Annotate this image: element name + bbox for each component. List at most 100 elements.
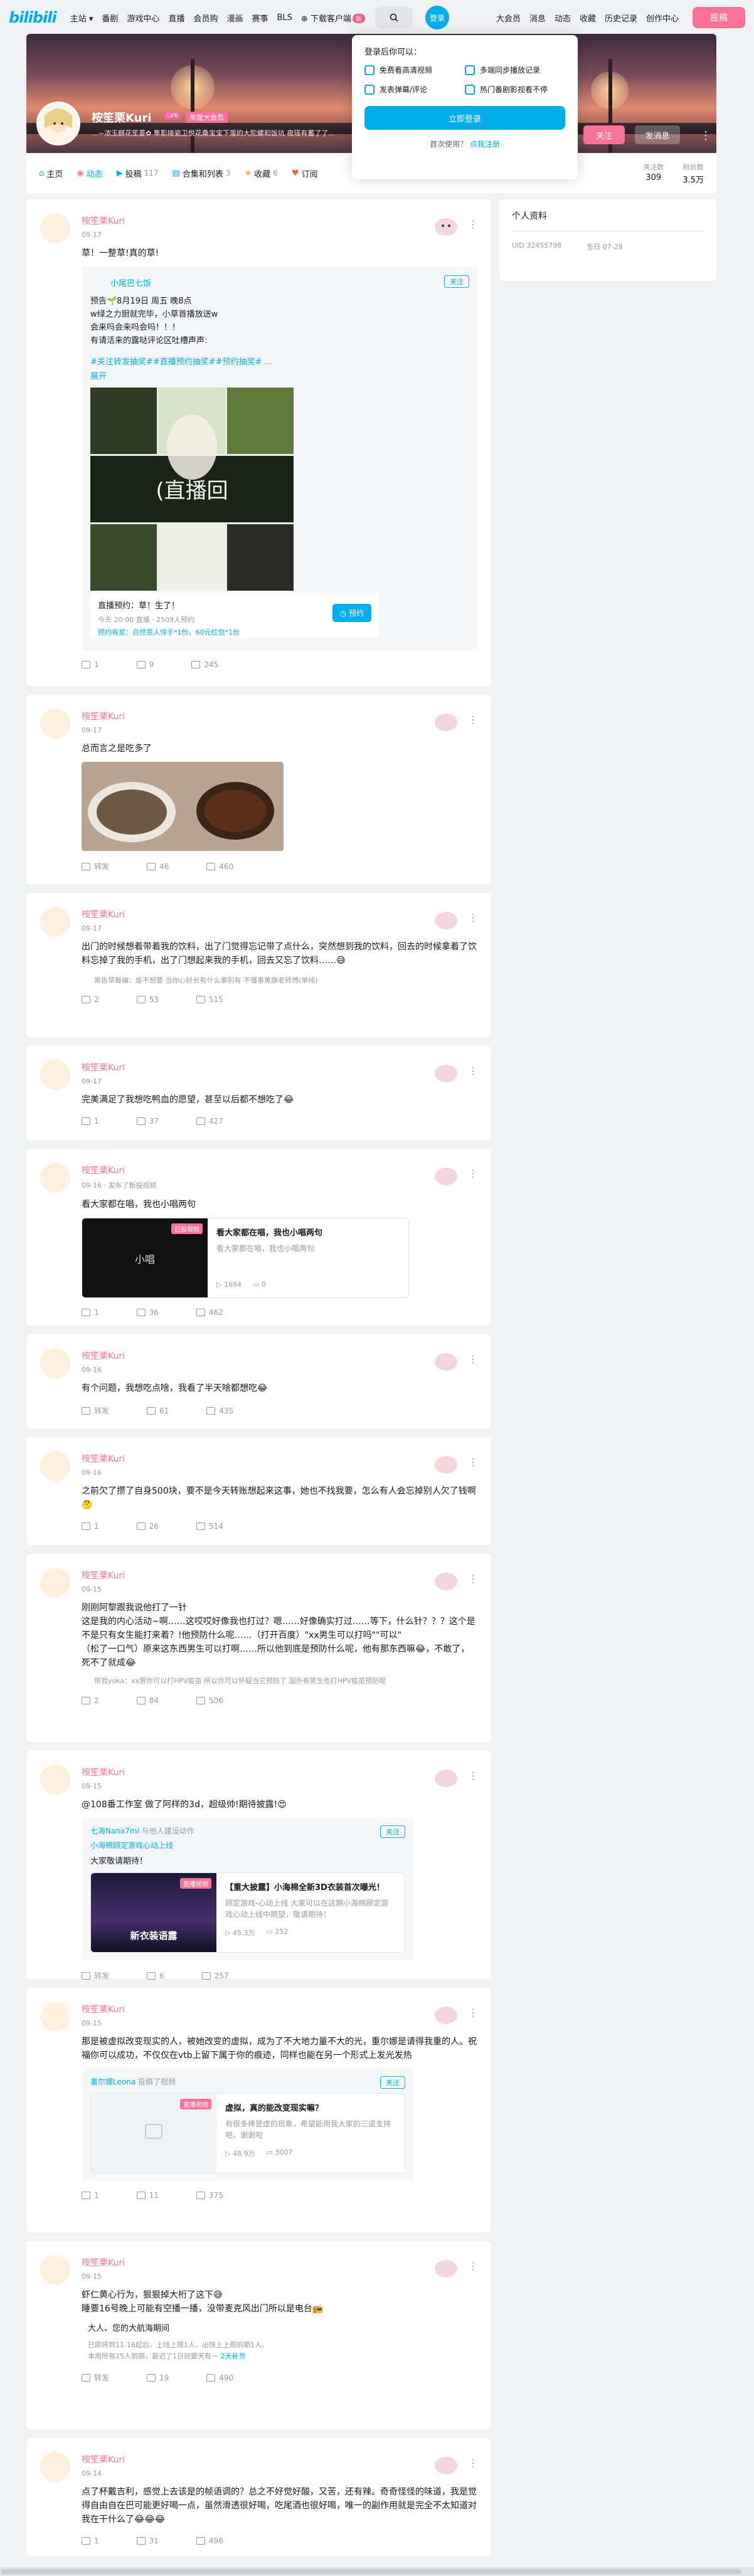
search-button[interactable] [374, 7, 413, 28]
more-options-icon[interactable]: ⋮ [468, 1353, 478, 1365]
post-author[interactable]: 桉笙栗Kuri [82, 710, 478, 722]
comment-button[interactable]: 46 [147, 861, 169, 872]
comment-button[interactable]: 9 [136, 660, 154, 669]
share-button[interactable]: 转发 [82, 1405, 109, 1416]
share-button[interactable]: 1 [82, 1117, 99, 1126]
share-button[interactable]: 1 [82, 660, 99, 669]
video-thumbnail[interactable]: 已投视频 小唱 [82, 1218, 208, 1297]
share-button[interactable]: 1 [82, 1308, 99, 1317]
nav-download[interactable]: ⊕ 下载客户端新 [301, 12, 365, 24]
tab-favorites[interactable]: ★ 收藏 6 [245, 167, 278, 179]
more-button[interactable]: ⋮ [700, 129, 711, 142]
nav-dynamic[interactable]: 动态 [555, 12, 571, 24]
more-options-icon[interactable]: ⋮ [468, 1573, 478, 1585]
post-avatar[interactable] [40, 709, 70, 739]
video-card[interactable]: 直播视频 虚拟，真的能改变现实嘛？ 有很多棒是虚的现象，希望能用我大家的三道支持… [90, 2093, 405, 2173]
scrollbar-thumb[interactable] [1, 2569, 741, 2574]
live-prize[interactable]: 预约有奖：自然恩人惊手*1份，60元红包*1份 [98, 627, 371, 637]
video-thumbnail[interactable]: 直播视频 新衣装语露 [91, 1873, 216, 1952]
tab-dynamic[interactable]: ◉ 动态 [77, 167, 102, 179]
forward-link[interactable]: 小海棉顾定游戏心动上线 [90, 1840, 405, 1850]
avatar[interactable] [36, 102, 80, 145]
like-button[interactable]: 427 [196, 1117, 223, 1126]
nav-match[interactable]: 赛事 [252, 12, 268, 24]
comment-button[interactable]: 37 [136, 1117, 159, 1126]
forward-author[interactable]: 小尾巴七饭 [110, 277, 469, 288]
post-avatar[interactable] [40, 907, 70, 937]
like-button[interactable]: 490 [206, 2372, 233, 2383]
post-avatar[interactable] [40, 1163, 70, 1193]
more-options-icon[interactable]: ⋮ [468, 714, 478, 726]
nav-creator[interactable]: 创作中心 [646, 12, 679, 24]
share-button[interactable]: 1 [82, 1522, 99, 1531]
login-now-button[interactable]: 立即登录 [364, 106, 565, 130]
more-options-icon[interactable]: ⋮ [468, 2007, 478, 2019]
share-button[interactable]: 转发 [82, 1970, 109, 1981]
forward-author[interactable]: 重尔娜Leona [90, 2077, 135, 2086]
comment-button[interactable]: 26 [136, 1522, 159, 1531]
share-button[interactable]: 2 [82, 995, 99, 1004]
post-avatar[interactable] [40, 1348, 70, 1378]
follow-chip[interactable]: 关注 [380, 1825, 405, 1838]
comment-button[interactable]: 31 [136, 2536, 159, 2545]
post-avatar[interactable] [40, 2255, 70, 2285]
more-options-icon[interactable]: ⋮ [468, 1456, 478, 1468]
like-button[interactable]: 496 [196, 2536, 223, 2545]
comment-button[interactable]: 53 [136, 995, 159, 1004]
reserve-button[interactable]: ◷ 预约 [332, 604, 371, 622]
post-author[interactable]: 桉笙栗Kuri [82, 2453, 478, 2466]
post-avatar[interactable] [40, 213, 70, 243]
nav-bls[interactable]: BLS [277, 13, 292, 23]
post-avatar[interactable] [40, 2452, 70, 2482]
nav-manga[interactable]: 漫画 [226, 12, 243, 24]
share-button[interactable]: 2 [82, 1696, 99, 1705]
horizontal-scrollbar[interactable] [0, 2567, 754, 2576]
post-author[interactable]: 桉笙栗Kuri [82, 908, 478, 921]
video-title[interactable]: 虚拟，真的能改变现实嘛？ [225, 2101, 396, 2113]
bilibili-logo[interactable]: bilibili [9, 9, 57, 26]
comment-button[interactable]: 84 [136, 1696, 159, 1705]
share-button[interactable]: 转发 [82, 861, 109, 872]
like-button[interactable]: 435 [206, 1405, 233, 1416]
notice-more-link[interactable]: 2天补货 [221, 2352, 246, 2360]
follower-stat[interactable]: 粉丝数 3.5万 [682, 162, 704, 185]
nav-message[interactable]: 消息 [529, 12, 546, 24]
tab-collections[interactable]: ▤ 合集和列表 3 [173, 167, 231, 179]
upload-button[interactable]: 投稿 [693, 7, 745, 28]
like-button[interactable]: 462 [196, 1308, 223, 1317]
like-button[interactable]: 460 [206, 861, 233, 872]
forward-author[interactable]: 七海Nana7mi [90, 1827, 139, 1835]
post-author[interactable]: 桉笙栗Kuri [82, 1569, 478, 1581]
nav-game[interactable]: 游戏中心 [127, 12, 159, 24]
like-button[interactable]: 514 [196, 1522, 223, 1531]
post-avatar[interactable] [40, 1568, 70, 1598]
nav-favorite[interactable]: 收藏 [580, 12, 596, 24]
post-author[interactable]: 桉笙栗Kuri [82, 1164, 478, 1176]
more-options-icon[interactable]: ⋮ [468, 1770, 478, 1782]
post-author[interactable]: 桉笙栗Kuri [82, 2256, 478, 2269]
like-button[interactable]: 257 [201, 1970, 229, 1981]
like-button[interactable]: 506 [196, 1696, 223, 1705]
nav-main[interactable]: 主站 ▾ [70, 12, 93, 24]
tab-home[interactable]: ⌂ 主页 [39, 167, 63, 179]
share-button[interactable]: 转发 [82, 2372, 109, 2383]
post-author[interactable]: 桉笙栗Kuri [82, 1766, 478, 1778]
comment-button[interactable]: 61 [147, 1405, 169, 1416]
video-card[interactable]: 已投视频 小唱 看大家都在唱，我也小唱两句 看大家都在唱，我也小唱两句 ▷ 16… [82, 1218, 409, 1298]
share-button[interactable]: 1 [82, 2191, 99, 2200]
like-button[interactable]: 515 [196, 995, 223, 1004]
more-options-icon[interactable]: ⋮ [468, 912, 478, 924]
nav-mall[interactable]: 会员购 [193, 12, 218, 24]
follow-chip[interactable]: 关注 [380, 2076, 405, 2089]
video-card[interactable]: 直播视频 新衣装语露 【重大披露】小海棉全新3D衣装首次曝光！ 顾定游戏-心动上… [90, 1872, 405, 1953]
more-options-icon[interactable]: ⋮ [468, 2260, 478, 2272]
follow-button[interactable]: 关注 [583, 125, 625, 144]
comment-button[interactable]: 19 [147, 2372, 169, 2383]
post-author[interactable]: 桉笙栗Kuri [82, 1061, 478, 1074]
expand-link[interactable]: 展开 [90, 369, 469, 381]
comment-button[interactable]: 36 [136, 1308, 159, 1317]
comment-button[interactable]: 11 [136, 2191, 159, 2200]
nav-anime[interactable]: 番剧 [102, 12, 118, 24]
share-button[interactable]: 1 [82, 2536, 99, 2545]
post-author[interactable]: 桉笙栗Kuri [82, 214, 478, 227]
